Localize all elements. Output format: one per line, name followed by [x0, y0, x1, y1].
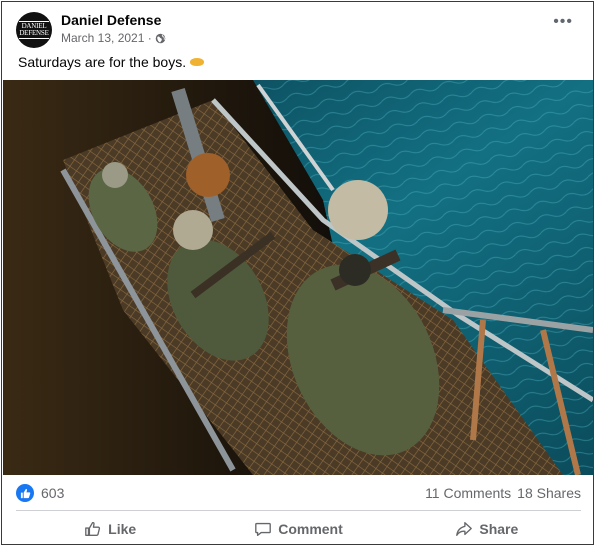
- comment-button[interactable]: Comment: [204, 514, 392, 544]
- thumbs-up-icon: [85, 521, 101, 536]
- globe-icon: [155, 33, 165, 43]
- post-actions: Like Comment Share: [16, 514, 581, 544]
- post-photo[interactable]: [3, 80, 593, 475]
- comment-label: Comment: [278, 521, 343, 537]
- engagement-counts: 11 Comments 18 Shares: [425, 485, 581, 501]
- like-reaction-icon[interactable]: [16, 484, 34, 502]
- more-options-icon[interactable]: •••: [553, 13, 573, 31]
- share-label: Share: [479, 521, 519, 537]
- author-name[interactable]: Daniel Defense: [61, 12, 161, 28]
- post-meta: March 13, 2021 ·: [61, 31, 166, 45]
- post-header: DANIEL DEFENSE Daniel Defense March 13, …: [16, 9, 581, 51]
- post-caption: Saturdays are for the boys.: [18, 54, 205, 70]
- avatar-logo: DANIEL DEFENSE: [19, 21, 49, 39]
- oncoming-fist-emoji: [190, 58, 205, 67]
- share-button[interactable]: Share: [393, 514, 581, 544]
- comment-icon: [255, 522, 272, 536]
- like-label: Like: [108, 521, 137, 537]
- like-button[interactable]: Like: [16, 514, 204, 544]
- avatar[interactable]: DANIEL DEFENSE: [16, 12, 52, 48]
- soldiers-on-stairs-image: [3, 80, 593, 475]
- share-arrow-icon: [456, 522, 473, 536]
- share-count[interactable]: 18 Shares: [517, 485, 581, 501]
- actions-divider: [16, 510, 581, 511]
- caption-text: Saturdays are for the boys.: [18, 54, 187, 70]
- reaction-stats: 603 11 Comments 18 Shares: [16, 484, 581, 504]
- avatar-text-line-2: DEFENSE: [19, 29, 49, 37]
- like-count[interactable]: 603: [41, 485, 64, 501]
- post-card: DANIEL DEFENSE Daniel Defense March 13, …: [1, 1, 594, 545]
- post-date[interactable]: March 13, 2021 ·: [61, 31, 152, 45]
- comment-count[interactable]: 11 Comments: [425, 485, 511, 501]
